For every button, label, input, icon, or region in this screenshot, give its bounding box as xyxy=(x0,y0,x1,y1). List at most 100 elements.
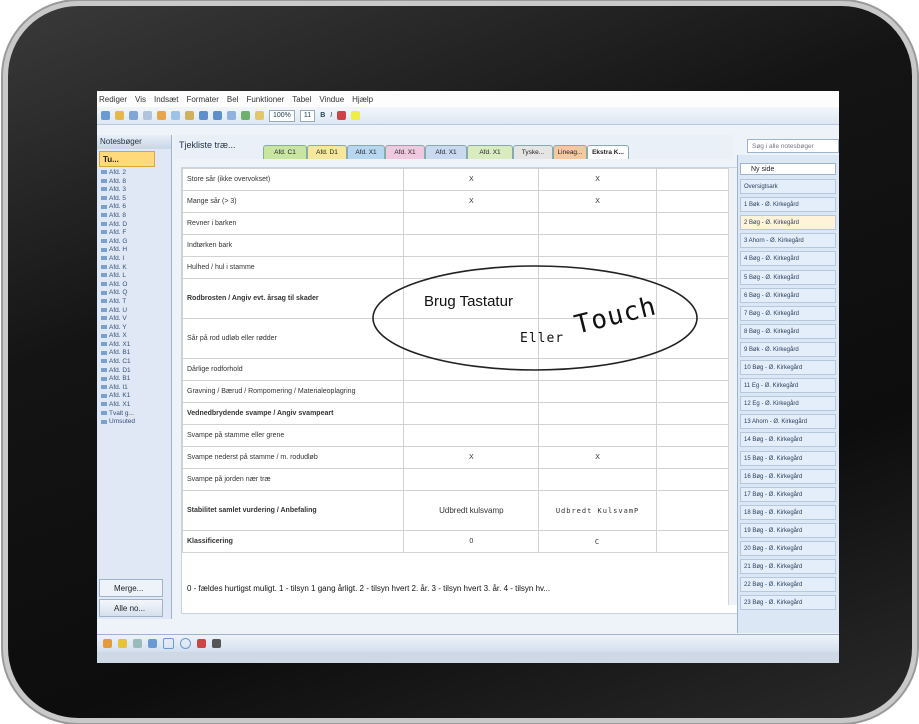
section-item[interactable]: Afd. B1 xyxy=(97,349,171,358)
line-tool-icon[interactable] xyxy=(148,639,157,648)
page-list-item[interactable]: 21 Bøg - Ø. Kirkegård xyxy=(740,559,836,575)
tree-a-cell[interactable] xyxy=(403,424,540,447)
row-label[interactable]: Stabilitet samlet vurdering / Anbefaling xyxy=(181,490,405,531)
font-color-icon[interactable] xyxy=(337,111,347,120)
menu-item[interactable]: Vindue xyxy=(319,95,344,104)
tree-a-cell[interactable] xyxy=(403,212,540,235)
section-item[interactable]: Afd. B1 xyxy=(97,375,171,384)
section-item[interactable]: Afd. 2 xyxy=(97,169,171,178)
menu-item[interactable]: Funktioner xyxy=(246,95,284,104)
section-item[interactable]: Afd. 8 xyxy=(97,212,171,221)
merge-button[interactable]: Merge... xyxy=(99,579,163,597)
page-list-item[interactable]: 8 Bøg - Ø. Kirkegård xyxy=(740,323,836,339)
search-input[interactable]: Søg i alle notesbøger xyxy=(747,139,839,153)
section-item[interactable]: Afd. 8 xyxy=(97,178,171,187)
print-icon[interactable] xyxy=(143,111,152,120)
section-tab[interactable]: Ekstra K... xyxy=(587,145,629,159)
section-item[interactable]: Afd. D xyxy=(97,221,171,230)
pen-tool-icon[interactable] xyxy=(103,639,112,648)
section-item[interactable]: Afd. T xyxy=(97,298,171,307)
menu-item[interactable]: Tabel xyxy=(292,95,311,104)
section-item[interactable]: Afd. U xyxy=(97,307,171,316)
page-list-item[interactable]: 3 Ahorn - Ø. Kirkegård xyxy=(740,233,836,249)
row-label[interactable]: Revner i barken xyxy=(181,212,405,235)
row-label[interactable]: Mange sår (> 3) xyxy=(181,190,405,213)
all-notebooks-button[interactable]: Alle no... xyxy=(99,599,163,617)
zoom-select[interactable]: 100% xyxy=(269,109,295,122)
section-tab[interactable]: Afd. X1 xyxy=(467,145,513,159)
menu-item[interactable]: Indsæt xyxy=(154,95,178,104)
highlight-color-icon[interactable] xyxy=(351,111,361,120)
section-item[interactable]: Afd. Q xyxy=(97,289,171,298)
page-list-item[interactable]: 23 Bøg - Ø. Kirkegård xyxy=(740,595,836,611)
section-item[interactable]: Afd. F xyxy=(97,229,171,238)
eraser-icon[interactable] xyxy=(133,639,142,648)
page-list-item[interactable]: 6 Bøg - Ø. Kirkegård xyxy=(740,287,836,303)
section-item[interactable]: Afd. 6 xyxy=(97,203,171,212)
section-item[interactable]: Afd. H xyxy=(97,246,171,255)
section-item[interactable]: Afd. 5 xyxy=(97,195,171,204)
highlight-icon[interactable] xyxy=(255,111,264,120)
menu-item[interactable]: Rediger xyxy=(99,95,127,104)
section-item[interactable]: Afd. X1 xyxy=(97,401,171,410)
section-tab[interactable]: Lineag... xyxy=(553,145,587,159)
save-icon[interactable] xyxy=(129,111,138,120)
page-list-item[interactable]: 19 Bøg - Ø. Kirkegård xyxy=(740,522,836,538)
row-label[interactable]: Indtørken bark xyxy=(181,234,405,257)
tree-a-cell[interactable]: Udbredt kulsvamp xyxy=(403,490,540,531)
section-item[interactable]: Afd. I1 xyxy=(97,384,171,393)
page-list-item[interactable]: 10 Bøg - Ø. Kirkegård xyxy=(740,360,836,375)
tree-b-cell[interactable]: C xyxy=(538,530,657,553)
undo-icon[interactable] xyxy=(199,111,208,120)
tree-a-cell[interactable]: 0 xyxy=(403,530,540,553)
new-page-button[interactable]: Ny side xyxy=(740,163,836,175)
page-list-item[interactable]: 15 Bøg - Ø. Kirkegård xyxy=(740,450,836,466)
page-list-item[interactable]: 12 Eg - Ø. Kirkegård xyxy=(740,396,836,412)
menu-item[interactable]: Hjælp xyxy=(352,95,373,104)
tree-b-cell[interactable]: X xyxy=(538,168,657,191)
flag-icon[interactable] xyxy=(241,111,250,120)
section-item[interactable]: Afd. 3 xyxy=(97,186,171,195)
tree-a-cell[interactable]: X xyxy=(403,168,540,191)
tree-b-cell[interactable] xyxy=(538,424,657,447)
section-item[interactable]: Afd. D1 xyxy=(97,367,171,376)
section-tab[interactable]: Afd. X1 xyxy=(425,145,467,159)
section-item[interactable]: Afd. C1 xyxy=(97,358,171,367)
page-list-item[interactable]: 18 Bøg - Ø. Kirkegård xyxy=(740,504,836,520)
ellipse-tool-icon[interactable] xyxy=(180,638,191,649)
section-item[interactable]: Afd. X1 xyxy=(97,341,171,350)
row-label[interactable]: Klassificering xyxy=(181,530,405,553)
menu-item[interactable]: Vis xyxy=(135,95,146,104)
tree-a-cell[interactable]: X xyxy=(403,190,540,213)
section-item[interactable]: Afd. G xyxy=(97,238,171,247)
tree-b-cell[interactable] xyxy=(538,212,657,235)
cut-icon[interactable] xyxy=(157,111,166,120)
open-icon[interactable] xyxy=(115,111,124,120)
tree-b-cell[interactable] xyxy=(538,234,657,257)
menu-item[interactable]: Bel xyxy=(227,95,239,104)
tree-b-cell[interactable]: Udbredt KulsvamP xyxy=(538,490,657,531)
pen-icon[interactable] xyxy=(227,111,236,120)
section-item[interactable]: Afd. O xyxy=(97,281,171,290)
section-item[interactable]: Umsuted xyxy=(97,418,171,427)
section-tab[interactable]: Afd. D1 xyxy=(307,145,347,159)
page-list-item[interactable]: 4 Bøg - Ø. Kirkegård xyxy=(740,251,836,267)
copy-icon[interactable] xyxy=(171,111,180,120)
section-tab[interactable]: Tyske... xyxy=(513,145,553,159)
page-list-item[interactable]: 13 Ahorn - Ø. Kirkegård xyxy=(740,414,836,430)
page-list-item[interactable]: 9 Bøk - Ø. Kirkegård xyxy=(740,341,836,357)
highlighter-tool-icon[interactable] xyxy=(118,639,127,648)
section-item[interactable]: Afd. I xyxy=(97,255,171,264)
row-label[interactable]: Vednedbrydende svampe / Angiv svampeart xyxy=(181,402,405,425)
section-item[interactable]: Afd. K1 xyxy=(97,392,171,401)
section-item[interactable]: Afd. K xyxy=(97,264,171,273)
section-tab[interactable]: Afd. C1 xyxy=(263,145,307,159)
section-tab[interactable]: Afd. X1 xyxy=(347,145,385,159)
redo-icon[interactable] xyxy=(213,111,222,120)
note-page[interactable]: Store sår (ikke overvokset) X X Mange sår (… xyxy=(181,167,745,614)
section-item[interactable]: Afd. X xyxy=(97,332,171,341)
tree-a-cell[interactable]: X xyxy=(403,446,540,469)
section-tab[interactable]: Afd. X1 xyxy=(385,145,425,159)
new-icon[interactable] xyxy=(101,111,110,120)
italic-icon[interactable]: I xyxy=(330,112,332,119)
